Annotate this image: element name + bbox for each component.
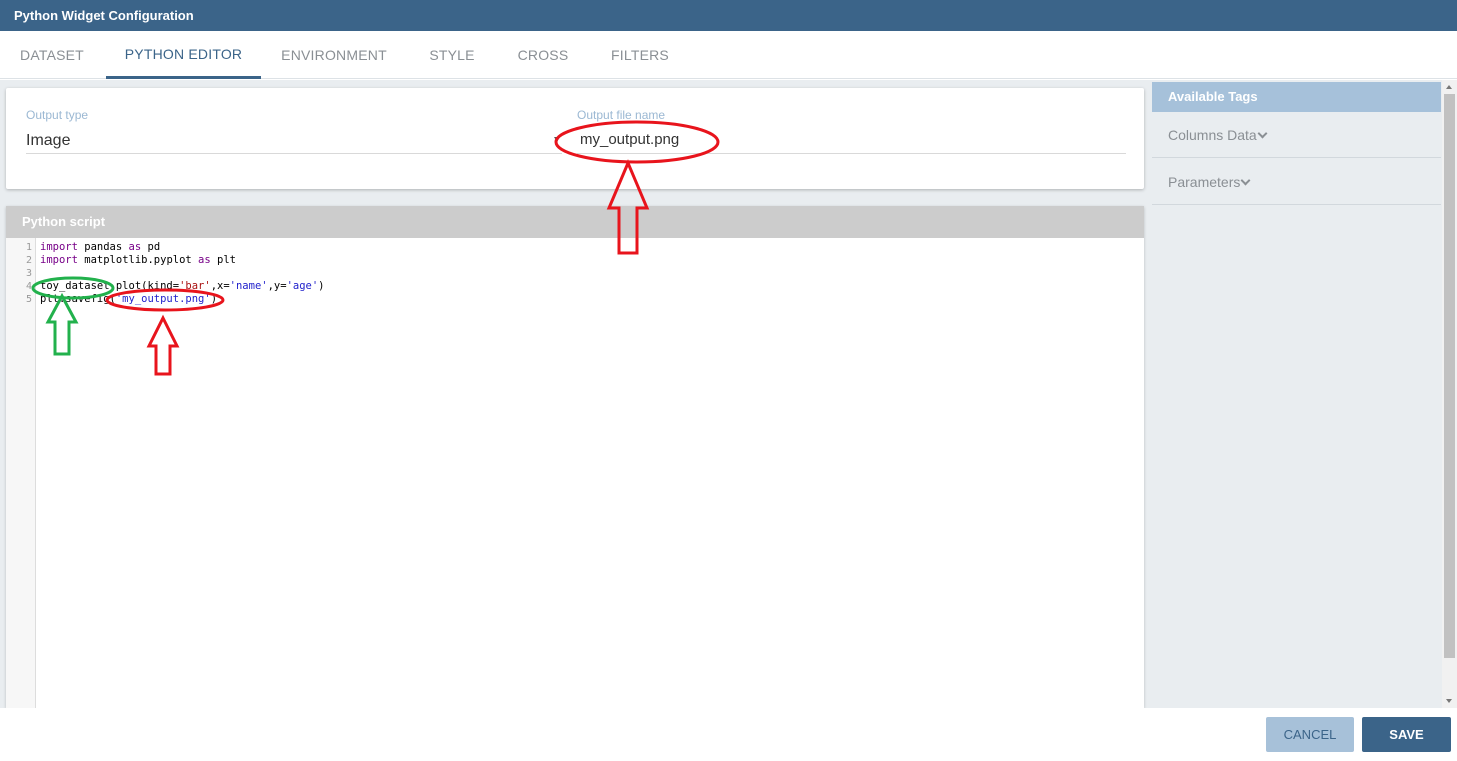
code-text: pd: [141, 241, 161, 253]
code-string: 'name': [229, 280, 268, 292]
sidebar-item-label: Parameters: [1168, 174, 1241, 190]
tab-dataset[interactable]: DATASET: [0, 31, 104, 79]
output-file-label: Output file name: [577, 108, 666, 122]
code-keyword: import: [40, 254, 78, 266]
chevron-down-icon: [1240, 175, 1251, 186]
code-keyword: as: [128, 241, 142, 253]
save-button[interactable]: SAVE: [1362, 717, 1451, 752]
output-file-underline: [577, 153, 1126, 154]
output-settings-card: Output type Image Output file name my_ou…: [6, 88, 1144, 189]
tab-filters[interactable]: FILTERS: [594, 31, 686, 79]
line-number-gutter: 1 2 3 4 5: [6, 238, 36, 708]
scroll-thumb[interactable]: [1444, 94, 1455, 658]
tab-environment[interactable]: ENVIRONMENT: [264, 31, 404, 79]
code-line-1: import pandas as pd: [40, 241, 160, 253]
code-string: 'my_output.png': [115, 293, 211, 305]
code-keyword: as: [198, 254, 211, 266]
code-text: ): [318, 280, 325, 292]
available-tags-panel: Available Tags Columns Data Parameters: [1152, 80, 1442, 708]
line-number: 2: [25, 255, 32, 266]
chevron-down-icon: [1257, 128, 1268, 139]
sidebar-item-label: Columns Data: [1168, 127, 1257, 143]
python-script-card: Python script 1 2 3 4 5 import pandas as…: [6, 206, 1144, 708]
code-string: 'age': [286, 280, 319, 292]
code-text: matplotlib.pyplot: [77, 254, 199, 266]
dialog-footer: CANCEL SAVE: [0, 708, 1457, 761]
output-file-input[interactable]: my_output.png: [580, 131, 679, 148]
code-text: ,x=: [210, 280, 230, 292]
tab-python-editor[interactable]: PYTHON EDITOR: [106, 31, 261, 79]
code-editor[interactable]: import pandas as pd import matplotlib.py…: [36, 238, 1144, 708]
line-number: 1: [25, 242, 32, 253]
code-text: plt: [210, 254, 236, 266]
script-header: Python script: [6, 206, 1144, 238]
sidebar-item-columns-data[interactable]: Columns Data: [1152, 112, 1441, 158]
output-type-underline: [26, 153, 562, 154]
line-number: 4: [25, 281, 32, 292]
vertical-scrollbar[interactable]: [1442, 80, 1457, 708]
tab-cross[interactable]: CROSS: [500, 31, 586, 79]
code-line-5: plt.savefig('my_output.png'): [40, 293, 217, 305]
code-text: pandas: [77, 241, 129, 253]
tab-style[interactable]: STYLE: [410, 31, 494, 79]
dropdown-caret-icon[interactable]: [554, 137, 560, 142]
line-number: 3: [25, 268, 32, 279]
tab-bar: DATASET PYTHON EDITOR ENVIRONMENT STYLE …: [0, 31, 1457, 79]
code-text: toy_dataset.plot(kind=: [40, 280, 180, 292]
main-content: Output type Image Output file name my_ou…: [0, 80, 1152, 708]
code-keyword: import: [40, 241, 78, 253]
code-text: ,y=: [267, 280, 287, 292]
line-number: 5: [25, 294, 32, 305]
code-string: 'bar': [179, 280, 211, 292]
scroll-down-arrow-icon[interactable]: [1446, 699, 1452, 703]
code-line-4: toy_dataset.plot(kind='bar',x='name',y='…: [40, 280, 325, 292]
code-line-2: import matplotlib.pyplot as plt: [40, 254, 236, 266]
scroll-up-arrow-icon[interactable]: [1446, 85, 1452, 89]
code-text: plt.savefig(: [40, 293, 116, 305]
window-title: Python Widget Configuration: [0, 0, 1457, 31]
code-text: ): [210, 293, 218, 305]
available-tags-header: Available Tags: [1152, 82, 1441, 112]
sidebar-item-parameters[interactable]: Parameters: [1152, 159, 1441, 205]
output-type-select[interactable]: Image: [26, 132, 70, 150]
cancel-button[interactable]: CANCEL: [1266, 717, 1354, 752]
output-type-label: Output type: [26, 108, 89, 122]
